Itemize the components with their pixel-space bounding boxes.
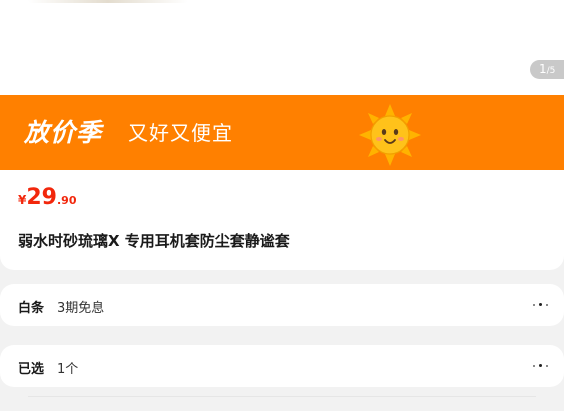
more-dots-icon[interactable] [533,364,549,370]
product-title: 弱水时砂琉璃X 专用耳机套防尘套静谧套 [18,232,290,250]
promo-slogan: 又好又便宜 [128,121,233,145]
page-total: /5 [546,66,556,76]
product-price: ¥29.90 [18,185,76,210]
page-current: 1 [539,62,547,76]
price-integer: 29 [26,185,57,210]
gallery-image-edge [28,0,188,3]
price-decimal: .90 [56,194,77,207]
more-dots-icon[interactable] [533,303,549,309]
product-info-card: ¥29.90 弱水时砂琉璃X 专用耳机套防尘套静谧套 [0,170,564,270]
promo-banner[interactable]: 放价季 又好又便宜 [0,95,564,170]
product-image-gallery[interactable]: 1/5 [0,0,564,95]
selected-spec-row[interactable]: 已选 1个 [0,345,564,387]
selected-value: 1个 [57,362,79,377]
baitiao-row[interactable]: 白条 3期免息 [0,284,564,326]
baitiao-value: 3期免息 [57,301,105,316]
baitiao-label: 白条 [18,301,45,316]
sun-mascot-icon [359,104,421,166]
promo-logo: 放价季 [24,118,103,147]
gallery-page-indicator: 1/5 [530,60,564,79]
divider [28,396,536,397]
selected-label: 已选 [18,362,45,377]
